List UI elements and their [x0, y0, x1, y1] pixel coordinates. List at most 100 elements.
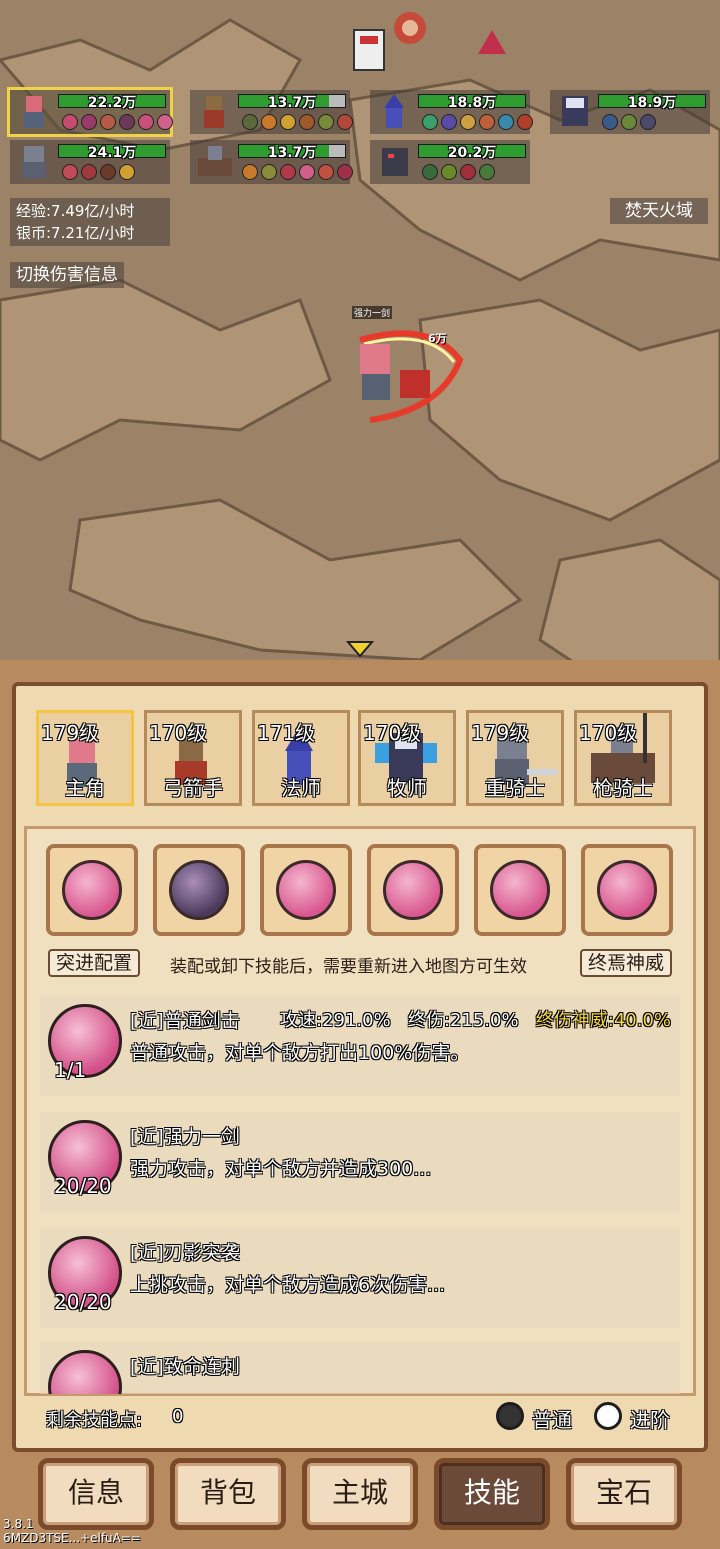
nav-skills-button[interactable]: 技能	[434, 1458, 550, 1530]
hero-portrait	[14, 144, 56, 180]
skill-points-value: 0	[172, 1406, 184, 1427]
skill-count: 20/20	[54, 1174, 112, 1198]
skill-desc: 上挑攻击，对单个敌方造成6次伤害...	[130, 1274, 446, 1296]
hp-bar: 18.9万	[598, 94, 706, 111]
slash-skill-icon	[597, 860, 657, 920]
hp-value: 18.9万	[627, 95, 677, 111]
final-damage: 终伤:215.0%	[407, 1010, 519, 1031]
mode-normal-radio[interactable]	[496, 1402, 524, 1430]
char-level: 170级	[149, 721, 208, 745]
char-slot-archer[interactable]: 170级 弓箭手	[144, 710, 242, 806]
equipped-skill-slot[interactable]	[46, 844, 138, 936]
char-slot-priest[interactable]: 170级 牧师	[358, 710, 456, 806]
silver-rate: 银币:7.21亿/小时	[16, 224, 135, 242]
team-card[interactable]: 22.2万	[7, 87, 173, 137]
hp-bar: 18.8万	[418, 94, 526, 111]
damage-popup: 6万	[428, 332, 447, 345]
enemy-sprite	[474, 28, 510, 62]
version-code: 6MZD3TSE...+elfuA==	[3, 1531, 141, 1545]
skill-desc: 普通攻击，对单个敌方打出100%伤害。	[130, 1042, 470, 1064]
equipped-skill-slot[interactable]	[367, 844, 459, 936]
mode-advanced-radio[interactable]	[594, 1402, 622, 1430]
hp-value: 18.8万	[447, 95, 497, 111]
equipped-skill-slot[interactable]	[474, 844, 566, 936]
enemy-sprite	[390, 6, 430, 54]
team-card[interactable]: 24.1万	[10, 140, 170, 184]
buff-icons	[242, 114, 353, 130]
skill-row[interactable]: 20/20 [近]强力一剑 强力攻击，对单个敌方并造成300...	[40, 1112, 680, 1212]
char-name: 重骑士	[485, 776, 545, 800]
char-slot-mage[interactable]: 171级 法师	[252, 710, 350, 806]
skill-name: [近]致命连刺	[130, 1356, 240, 1378]
team-card[interactable]: 18.9万	[550, 90, 710, 134]
income-stats: 经验:7.49亿/小时 银币:7.21亿/小时	[10, 198, 170, 246]
nav-gems-button[interactable]: 宝石	[566, 1458, 682, 1530]
buff-icons	[602, 114, 656, 130]
skill-desc: 强力攻击，对单个敌方并造成300...	[130, 1158, 432, 1180]
hp-bar: 20.2万	[418, 144, 526, 161]
god-damage: 终伤神威:40.0%	[535, 1010, 671, 1031]
buff-icons	[422, 164, 495, 180]
char-name: 法师	[281, 776, 321, 800]
nav-city-button[interactable]: 主城	[302, 1458, 418, 1530]
skill-row[interactable]: [近]致命连刺	[40, 1342, 680, 1394]
dash-config-button[interactable]: 突进配置	[48, 949, 141, 977]
char-level: 179级	[471, 721, 530, 745]
char-slot-heavy-knight[interactable]: 179级 重骑士	[466, 710, 564, 806]
hero-portrait	[374, 94, 416, 130]
equipped-skill-slot[interactable]	[153, 844, 245, 936]
pointer-arrow-icon	[345, 640, 375, 662]
skill-count: 20/20	[54, 1290, 112, 1314]
ultimate-config-button[interactable]: 终焉神威	[580, 949, 673, 977]
char-name: 枪骑士	[593, 776, 653, 800]
cross-blades-skill-icon	[490, 860, 550, 920]
nav-bag-button[interactable]: 背包	[170, 1458, 286, 1530]
zone-name[interactable]: 焚天火域	[610, 198, 708, 224]
char-level: 171级	[257, 721, 316, 745]
buff-icons	[62, 114, 173, 130]
main-hero-sprite	[340, 320, 470, 434]
skill-count: 1/1	[54, 1058, 87, 1082]
mode-normal-label[interactable]: 普通	[532, 1404, 572, 1433]
char-name: 弓箭手	[163, 776, 223, 800]
skill-name: [近]刃影突袭	[130, 1242, 240, 1264]
hero-portrait	[374, 144, 416, 180]
hp-bar: 22.2万	[58, 94, 166, 111]
hp-value: 24.1万	[87, 145, 137, 161]
skill-row[interactable]: 20/20 [近]刃影突袭 上挑攻击，对单个敌方造成6次伤害...	[40, 1228, 680, 1328]
char-name: 牧师	[387, 776, 427, 800]
char-level: 170级	[579, 721, 638, 745]
hp-bar: 13.7万	[238, 94, 346, 111]
team-card[interactable]: 13.7万	[190, 90, 353, 134]
team-card[interactable]: 13.7万	[190, 140, 353, 184]
hp-value: 20.2万	[447, 145, 497, 161]
version-info: 3.8.1 6MZD3TSE...+elfuA==	[3, 1517, 141, 1545]
hammer-skill-icon	[169, 860, 229, 920]
buff-icons	[62, 164, 135, 180]
exp-rate: 经验:7.49亿/小时	[16, 202, 135, 220]
skill-tip: 装配或卸下技能后，需要重新进入地图方可生效	[170, 957, 527, 977]
equipped-skill-slot[interactable]	[260, 844, 352, 936]
skill-row[interactable]: 1/1 [近]普通剑击 攻速:291.0% 终伤:215.0% 终伤神威:40.…	[40, 996, 680, 1096]
char-slot-lancer[interactable]: 170级 枪骑士	[574, 710, 672, 806]
team-card[interactable]: 20.2万	[370, 140, 530, 184]
hp-value: 13.7万	[267, 145, 317, 161]
char-level: 170级	[363, 721, 422, 745]
toggle-damage-button[interactable]: 切换伤害信息	[10, 262, 124, 288]
skill-stats: 攻速:291.0% 终伤:215.0% 终伤神威:40.0%	[280, 1006, 671, 1032]
char-name: 主角	[65, 776, 105, 800]
hero-portrait	[14, 94, 56, 130]
mode-advanced-label[interactable]: 进阶	[630, 1404, 670, 1433]
hp-value: 13.7万	[267, 95, 317, 111]
hp-bar: 13.7万	[238, 144, 346, 161]
team-card[interactable]: 18.8万	[370, 90, 533, 134]
equipped-skill-slot[interactable]	[581, 844, 673, 936]
char-level: 179级	[41, 721, 100, 745]
skill-points-label: 剩余技能点:	[46, 1410, 143, 1431]
skill-points-bar: 剩余技能点: 0 普通 进阶	[36, 1400, 684, 1436]
version-number: 3.8.1	[3, 1517, 34, 1531]
skill-name: [近]强力一剑	[130, 1126, 240, 1148]
char-slot-hero[interactable]: 179级 主角	[36, 710, 134, 806]
blade-skill-icon	[276, 860, 336, 920]
character-panel: 179级 主角 170级 弓箭手 171级 法师 170级 牧师 179级 重骑…	[0, 660, 720, 1549]
